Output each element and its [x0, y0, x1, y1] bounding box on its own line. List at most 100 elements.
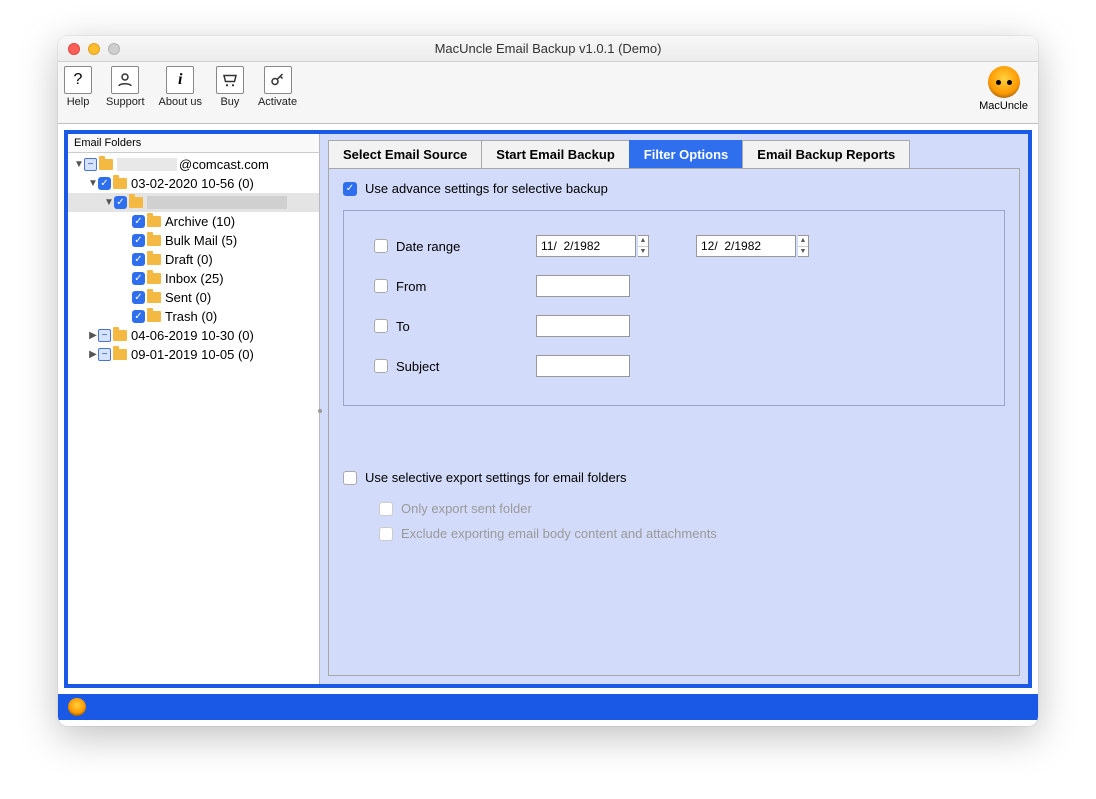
tree-label: Archive (10)	[165, 214, 235, 229]
advance-settings-label: Use advance settings for selective backu…	[365, 181, 608, 196]
only-sent-label: Only export sent folder	[401, 501, 532, 516]
advance-settings-checkbox[interactable]: ✓	[343, 182, 357, 196]
checkbox[interactable]: ✓	[132, 272, 145, 285]
selective-export-checkbox[interactable]	[343, 471, 357, 485]
folder-icon	[147, 216, 161, 227]
tree-item[interactable]: ✓ Draft (0)	[68, 250, 319, 269]
exclude-body-checkbox[interactable]	[379, 527, 393, 541]
tree-item[interactable]: ✓ Bulk Mail (5)	[68, 231, 319, 250]
only-sent-checkbox[interactable]	[379, 502, 393, 516]
close-window-button[interactable]	[68, 43, 80, 55]
redacted-text	[147, 196, 287, 209]
checkbox[interactable]: ✓	[132, 253, 145, 266]
tree-item[interactable]: ▼ ✓	[68, 193, 319, 212]
activate-button[interactable]: Activate	[258, 66, 297, 108]
checkbox[interactable]: ✓	[132, 310, 145, 323]
tristate-checkbox[interactable]: −	[98, 348, 111, 361]
date-range-row: Date range ▲▼ ▲▼	[374, 235, 974, 257]
bottom-bar	[58, 694, 1038, 720]
chevron-up-icon[interactable]: ▲	[638, 236, 648, 247]
chevron-down-icon[interactable]: ▼	[88, 178, 98, 189]
titlebar: MacUncle Email Backup v1.0.1 (Demo)	[58, 36, 1038, 62]
cart-icon	[216, 66, 244, 94]
date-range-checkbox[interactable]	[374, 239, 388, 253]
chevron-down-icon[interactable]: ▼	[638, 247, 648, 257]
tristate-checkbox[interactable]: −	[98, 329, 111, 342]
chevron-right-icon[interactable]: ▶	[88, 330, 98, 341]
selective-export-row[interactable]: Use selective export settings for email …	[343, 470, 1005, 485]
tree-label: Bulk Mail (5)	[165, 233, 237, 248]
tree-label: Inbox (25)	[165, 271, 224, 286]
support-icon	[111, 66, 139, 94]
redacted-text	[117, 158, 177, 171]
tree-label: 04-06-2019 10-30 (0)	[131, 328, 254, 343]
folder-icon	[147, 311, 161, 322]
buy-button[interactable]: Buy	[216, 66, 244, 108]
advance-settings-row[interactable]: ✓ Use advance settings for selective bac…	[343, 181, 1005, 196]
support-button[interactable]: Support	[106, 66, 145, 108]
folder-icon	[113, 349, 127, 360]
macuncle-icon	[988, 66, 1020, 98]
tree-label: 09-01-2019 10-05 (0)	[131, 347, 254, 362]
chevron-down-icon[interactable]: ▼	[104, 197, 114, 208]
toolbar: ? Help Support i About us Buy Activate	[58, 62, 1038, 124]
tree-item[interactable]: ✓ Sent (0)	[68, 288, 319, 307]
tree-root[interactable]: ▼ − @comcast.com	[68, 155, 319, 174]
traffic-lights	[68, 43, 120, 55]
tree-item[interactable]: ✓ Archive (10)	[68, 212, 319, 231]
chevron-up-icon[interactable]: ▲	[798, 236, 808, 247]
minimize-window-button[interactable]	[88, 43, 100, 55]
checkbox[interactable]: ✓	[98, 177, 111, 190]
folder-icon	[147, 273, 161, 284]
window-title: MacUncle Email Backup v1.0.1 (Demo)	[58, 41, 1038, 56]
chevron-right-icon[interactable]: ▶	[88, 349, 98, 360]
macuncle-icon	[68, 698, 86, 716]
date-to-input[interactable]	[696, 235, 796, 257]
tree-item[interactable]: ✓ Inbox (25)	[68, 269, 319, 288]
tab-content: ✓ Use advance settings for selective bac…	[328, 168, 1020, 676]
tree-item[interactable]: ▼ ✓ 03-02-2020 10-56 (0)	[68, 174, 319, 193]
tree-label: 03-02-2020 10-56 (0)	[131, 176, 254, 191]
checkbox[interactable]: ✓	[132, 234, 145, 247]
tab-filter-options[interactable]: Filter Options	[629, 140, 744, 168]
from-checkbox[interactable]	[374, 279, 388, 293]
filter-section: Date range ▲▼ ▲▼ From	[343, 210, 1005, 406]
tab-bar: Select Email Source Start Email Backup F…	[328, 140, 1020, 168]
tree-label: Sent (0)	[165, 290, 211, 305]
subject-input[interactable]	[536, 355, 630, 377]
tree-item[interactable]: ▶ − 09-01-2019 10-05 (0)	[68, 345, 319, 364]
checkbox[interactable]: ✓	[132, 291, 145, 304]
tab-start-backup[interactable]: Start Email Backup	[481, 140, 630, 168]
help-button[interactable]: ? Help	[64, 66, 92, 108]
to-checkbox[interactable]	[374, 319, 388, 333]
to-input[interactable]	[536, 315, 630, 337]
about-button[interactable]: i About us	[159, 66, 202, 108]
checkbox[interactable]: ✓	[132, 215, 145, 228]
selective-export-section: Use selective export settings for email …	[343, 470, 1005, 541]
exclude-body-label: Exclude exporting email body content and…	[401, 526, 717, 541]
chevron-down-icon[interactable]: ▼	[74, 159, 84, 170]
folder-icon	[99, 159, 113, 170]
fullscreen-window-button[interactable]	[108, 43, 120, 55]
tree-label: Draft (0)	[165, 252, 213, 267]
folder-icon	[113, 330, 127, 341]
to-row: To	[374, 315, 974, 337]
tristate-checkbox[interactable]: −	[84, 158, 97, 171]
from-input[interactable]	[536, 275, 630, 297]
tab-reports[interactable]: Email Backup Reports	[742, 140, 910, 168]
tab-select-source[interactable]: Select Email Source	[328, 140, 482, 168]
tree-item[interactable]: ▶ − 04-06-2019 10-30 (0)	[68, 326, 319, 345]
folder-tree[interactable]: ▼ − @comcast.com ▼ ✓ 03-02-2020 10-56 (0…	[68, 153, 319, 684]
splitter-handle[interactable]	[318, 409, 322, 413]
folder-icon	[147, 292, 161, 303]
tree-label: Trash (0)	[165, 309, 217, 324]
subject-checkbox[interactable]	[374, 359, 388, 373]
tree-item[interactable]: ✓ Trash (0)	[68, 307, 319, 326]
chevron-down-icon[interactable]: ▼	[798, 247, 808, 257]
date-from-input[interactable]	[536, 235, 636, 257]
date-to-spinner[interactable]: ▲▼	[798, 235, 809, 257]
key-icon	[264, 66, 292, 94]
checkbox[interactable]: ✓	[114, 196, 127, 209]
brand-logo: MacUncle	[979, 66, 1028, 112]
date-from-spinner[interactable]: ▲▼	[638, 235, 649, 257]
